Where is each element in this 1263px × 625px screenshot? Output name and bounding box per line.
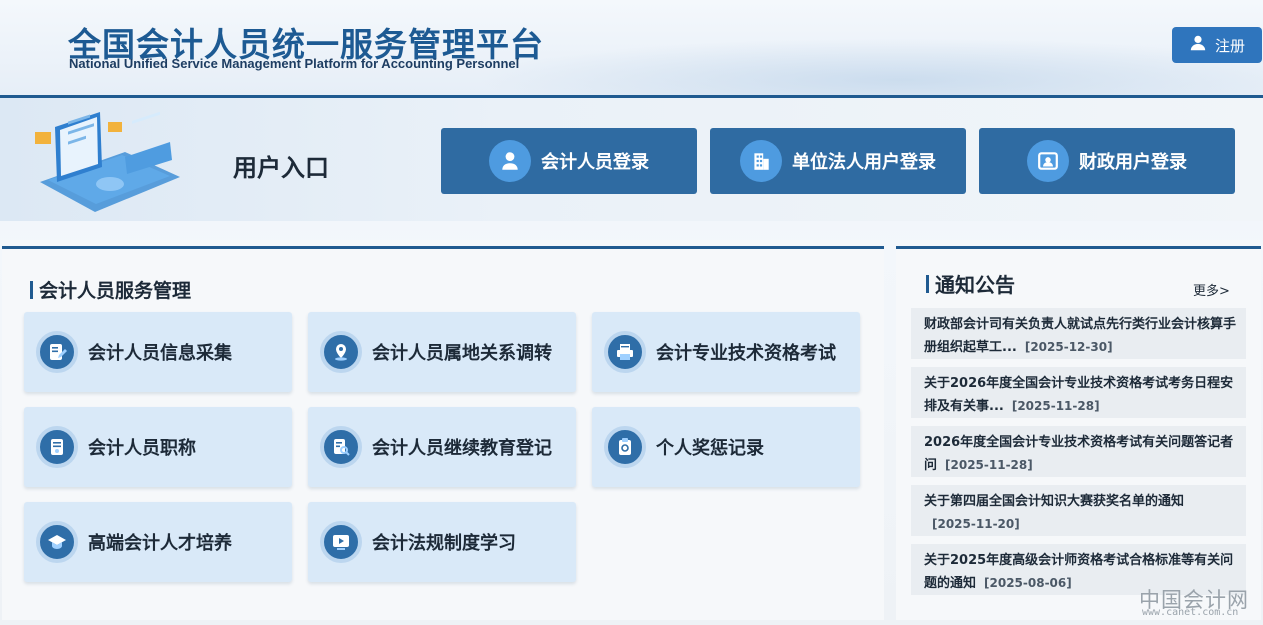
notice-text: 关于第四届全国会计知识大赛获奖名单的通知 — [924, 494, 1185, 509]
register-button[interactable]: 注册 — [1172, 27, 1262, 63]
location-icon — [320, 331, 362, 373]
site-subtitle: National Unified Service Management Plat… — [69, 56, 520, 71]
service-info-collection[interactable]: 会计人员信息采集 — [24, 312, 292, 392]
notices-panel: 通知公告 更多> 财政部会计司有关负责人就试点先行类行业会计核算手册组织起草工.… — [896, 246, 1261, 620]
graduation-cap-icon — [36, 521, 78, 563]
notice-date: [2025-11-20] — [932, 517, 1020, 531]
service-label: 高端会计人才培养 — [88, 533, 232, 554]
user-entry-band: 用户入口 会计人员登录 单位法人用户登录 财政用户登录 — [0, 95, 1263, 221]
services-title-text: 会计人员服务管理 — [39, 280, 192, 302]
form-edit-icon — [36, 331, 78, 373]
notice-item[interactable]: 关于第四届全国会计知识大赛获奖名单的通知 [2025-11-20] — [911, 485, 1246, 536]
user-entry-title: 用户入口 — [233, 154, 329, 182]
service-label: 会计人员职称 — [88, 438, 196, 459]
notice-item[interactable]: 财政部会计司有关负责人就试点先行类行业会计核算手册组织起草工... [2025-1… — [911, 308, 1246, 359]
service-label: 会计人员属地关系调转 — [372, 343, 552, 364]
id-card-icon — [1027, 140, 1069, 182]
printer-icon — [604, 331, 646, 373]
notices-title-text: 通知公告 — [935, 273, 1015, 297]
service-label: 会计法规制度学习 — [372, 533, 516, 554]
watermark-url: www.canet.com.cn — [1142, 607, 1239, 618]
notice-date: [2025-11-28] — [1011, 399, 1100, 413]
service-label: 个人奖惩记录 — [656, 438, 764, 459]
notice-item[interactable]: 2026年度全国会计专业技术资格考试有关问题答记者问 [2025-11-28] — [911, 426, 1246, 477]
corporate-login-label: 单位法人用户登录 — [792, 152, 936, 173]
computer-illustration-icon — [35, 112, 180, 212]
service-talent-training[interactable]: 高端会计人才培养 — [24, 502, 292, 582]
building-icon — [740, 140, 782, 182]
service-label: 会计专业技术资格考试 — [656, 343, 836, 364]
notice-date: [2025-08-06] — [984, 576, 1072, 590]
person-icon — [489, 140, 531, 182]
services-title: 会计人员服务管理 — [30, 276, 191, 303]
service-location-transfer[interactable]: 会计人员属地关系调转 — [308, 312, 576, 392]
services-panel: 会计人员服务管理 会计人员信息采集 会计人员属地关系调转 会计专业技术资格考试 … — [2, 246, 884, 620]
accountant-login-button[interactable]: 会计人员登录 — [441, 128, 697, 194]
notice-item[interactable]: 关于2026年度全国会计专业技术资格考试考务日程安排及有关事... [2025-1… — [911, 367, 1246, 418]
title-marker — [926, 274, 929, 293]
notices-title: 通知公告 — [926, 269, 1015, 298]
title-marker — [30, 280, 33, 299]
service-continuing-education[interactable]: 会计人员继续教育登记 — [308, 407, 576, 487]
finance-login-label: 财政用户登录 — [1079, 152, 1187, 173]
finance-login-button[interactable]: 财政用户登录 — [979, 128, 1235, 194]
service-label: 会计人员继续教育登记 — [372, 438, 552, 459]
notice-date: [2025-12-30] — [1024, 340, 1113, 354]
corporate-login-button[interactable]: 单位法人用户登录 — [710, 128, 966, 194]
service-regulation-study[interactable]: 会计法规制度学习 — [308, 502, 576, 582]
more-link[interactable]: 更多> — [1193, 280, 1230, 299]
accountant-login-label: 会计人员登录 — [541, 152, 649, 173]
play-icon — [320, 521, 362, 563]
badge-icon — [604, 426, 646, 468]
notice-date: [2025-11-28] — [945, 458, 1033, 472]
site-header: 全国会计人员统一服务管理平台 National Unified Service … — [0, 0, 1263, 96]
register-label: 注册 — [1214, 36, 1245, 55]
service-rewards-record[interactable]: 个人奖惩记录 — [592, 407, 860, 487]
service-qualification-exam[interactable]: 会计专业技术资格考试 — [592, 312, 860, 392]
user-icon — [1189, 34, 1207, 56]
document-search-icon — [320, 426, 362, 468]
certificate-icon — [36, 426, 78, 468]
service-professional-title[interactable]: 会计人员职称 — [24, 407, 292, 487]
service-label: 会计人员信息采集 — [88, 343, 232, 364]
